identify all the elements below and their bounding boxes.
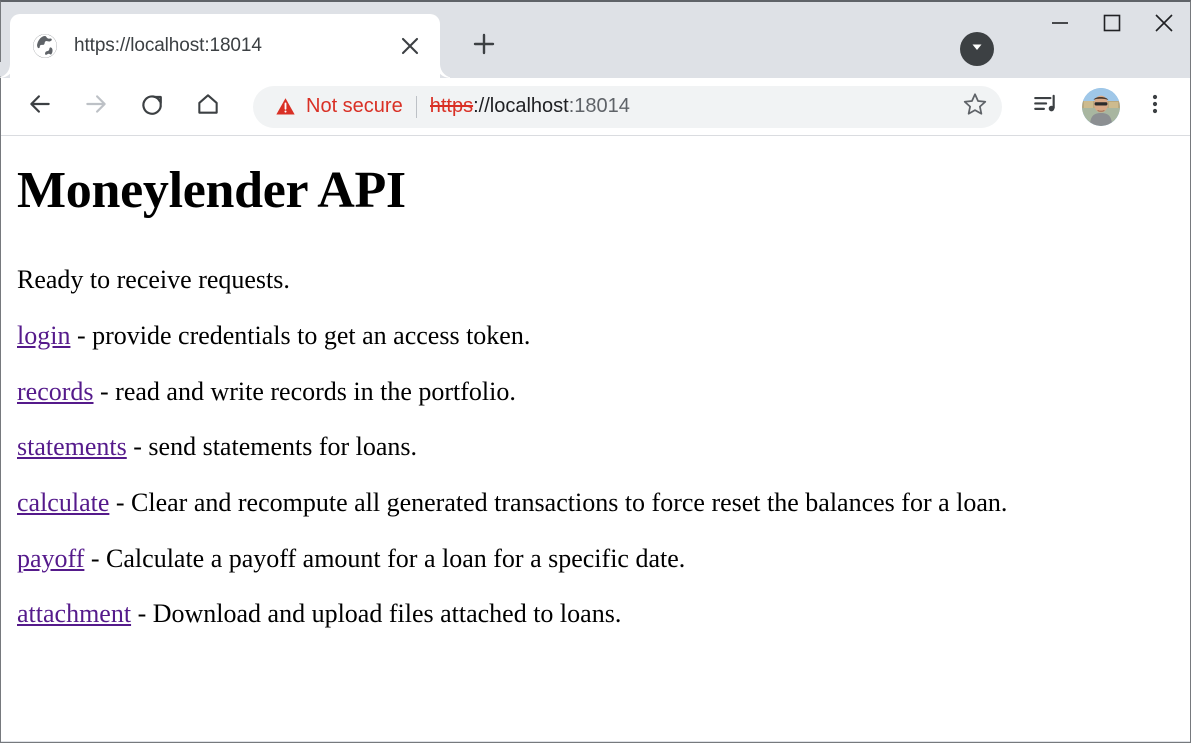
media-control-button[interactable] xyxy=(1024,86,1066,128)
back-button[interactable] xyxy=(19,86,61,128)
tab-corner-left xyxy=(0,62,10,78)
api-entry-login: login - provide credentials to get an ac… xyxy=(17,321,1182,352)
link-records[interactable]: records xyxy=(17,377,94,406)
link-attachment[interactable]: attachment xyxy=(17,599,131,628)
api-entry-calculate: calculate - Clear and recompute all gene… xyxy=(17,488,1182,519)
omnibox-divider xyxy=(415,95,417,118)
three-dot-menu-icon xyxy=(1143,92,1167,121)
warning-triangle-icon xyxy=(275,96,296,117)
chevron-down-icon xyxy=(969,39,985,60)
new-tab-button[interactable] xyxy=(462,24,506,68)
minimize-icon xyxy=(1050,16,1070,34)
api-entry-statements: statements - send statements for loans. xyxy=(17,432,1182,463)
api-entry-attachment: attachment - Download and upload files a… xyxy=(17,599,1182,630)
forward-button[interactable] xyxy=(75,86,117,128)
link-statements[interactable]: statements xyxy=(17,432,127,461)
url-scheme: https xyxy=(429,95,474,117)
api-entry-calculate-description: - Clear and recompute all generated tran… xyxy=(109,487,1008,517)
tab-corner-right xyxy=(440,62,456,78)
home-icon xyxy=(195,91,221,122)
url-port: :18014 xyxy=(568,95,630,117)
page-title: Moneylender API xyxy=(17,162,406,219)
api-entry-records: records - read and write records in the … xyxy=(17,377,1182,408)
page-content: Moneylender API Ready to receive request… xyxy=(1,136,1190,741)
api-entry-payoff: payoff - Calculate a payoff amount for a… xyxy=(17,544,1182,575)
maximize-icon xyxy=(1102,13,1122,38)
url-host: ://localhost xyxy=(473,95,569,117)
browser-window: https://localhost:18014 Not secure https… xyxy=(0,0,1191,743)
forward-arrow-icon xyxy=(83,91,109,122)
url-text: https://localhost:18014 xyxy=(430,95,954,118)
api-entry-attachment-description: - Download and upload files attached to … xyxy=(131,599,622,629)
tab-title: https://localhost:18014 xyxy=(74,35,262,56)
bookmark-button[interactable] xyxy=(954,86,996,128)
back-arrow-icon xyxy=(27,91,53,122)
link-payoff[interactable]: payoff xyxy=(17,544,84,573)
close-icon xyxy=(1153,12,1175,39)
browser-tab[interactable]: https://localhost:18014 xyxy=(0,14,456,78)
plus-icon xyxy=(473,33,495,60)
page-status-text: Ready to receive requests. xyxy=(17,265,290,295)
security-status-label: Not secure xyxy=(306,95,403,117)
link-calculate[interactable]: calculate xyxy=(17,488,109,517)
browser-menu-button[interactable] xyxy=(1134,86,1176,128)
window-controls xyxy=(1034,2,1190,48)
api-entry-statements-description: - send statements for loans. xyxy=(126,432,418,462)
reload-icon xyxy=(139,91,165,122)
close-window-button[interactable] xyxy=(1138,2,1190,48)
home-button[interactable] xyxy=(187,86,229,128)
browser-toolbar: Not secure https://localhost:18014 xyxy=(1,78,1190,136)
tab-search-button[interactable] xyxy=(960,32,994,66)
address-bar[interactable]: Not secure https://localhost:18014 xyxy=(253,85,1002,128)
link-login[interactable]: login xyxy=(17,321,70,350)
tab-strip: https://localhost:18014 xyxy=(0,2,1190,78)
globe-icon xyxy=(32,33,58,59)
api-entry-records-description: - read and write records in the portfoli… xyxy=(93,376,516,406)
star-icon xyxy=(962,91,988,122)
tab-close-icon[interactable] xyxy=(390,26,430,66)
api-entry-payoff-description: - Calculate a payoff amount for a loan f… xyxy=(84,543,686,573)
api-entry-login-description: - provide credentials to get an access t… xyxy=(70,320,531,350)
music-playlist-icon xyxy=(1032,91,1058,122)
minimize-button[interactable] xyxy=(1034,2,1086,48)
maximize-button[interactable] xyxy=(1086,2,1138,48)
avatar[interactable] xyxy=(1082,87,1120,126)
reload-button[interactable] xyxy=(131,86,173,128)
